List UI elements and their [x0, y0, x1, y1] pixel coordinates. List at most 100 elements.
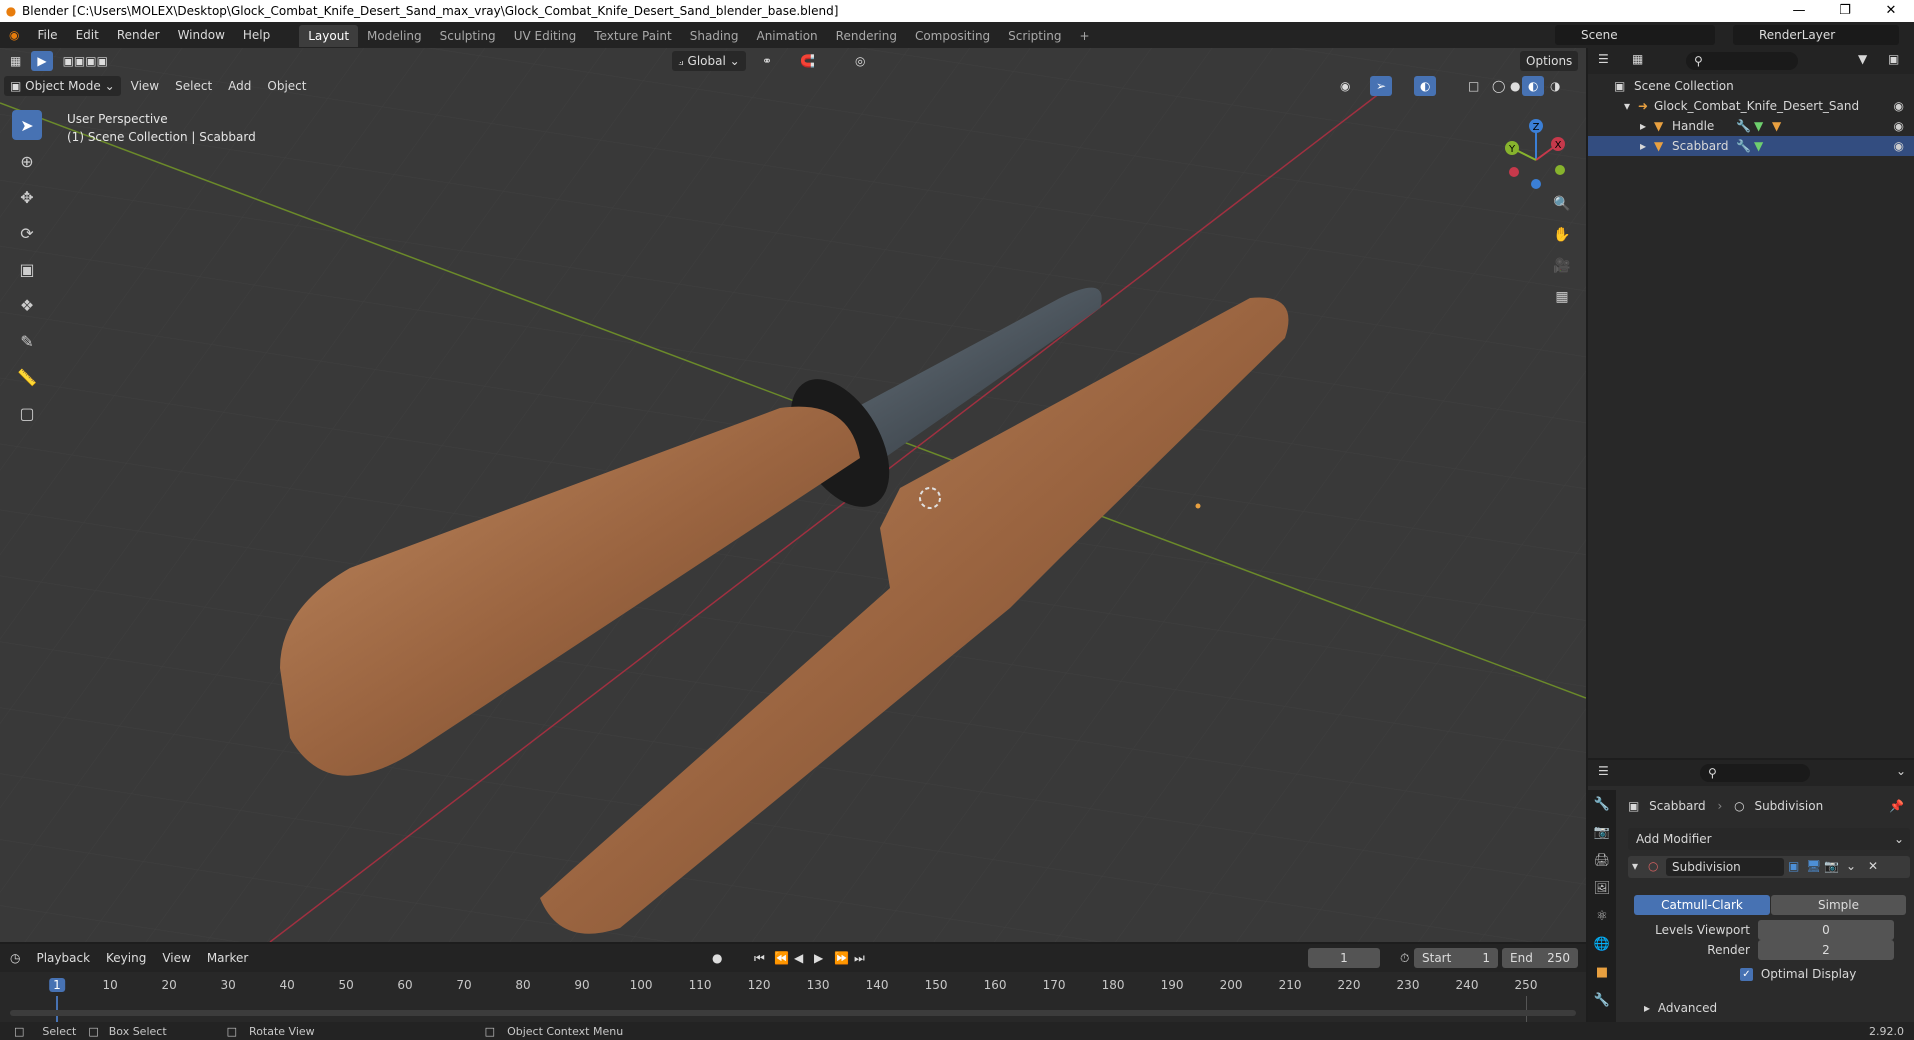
menu-render[interactable]: Render	[108, 22, 169, 48]
tab-rendering[interactable]: Rendering	[827, 25, 906, 47]
catmull-clark-button[interactable]: Catmull-Clark	[1634, 895, 1770, 915]
properties-editor-icon[interactable]: ☰	[1598, 764, 1609, 778]
record-keyframe-icon[interactable]: ●	[706, 948, 728, 968]
add-modifier-dropdown[interactable]: Add Modifier ⌄	[1628, 828, 1910, 850]
gizmo-neg-z[interactable]	[1531, 179, 1541, 189]
scene-selector[interactable]: Scene	[1555, 25, 1715, 45]
camera-view-icon[interactable]: 🎥	[1550, 254, 1574, 278]
gizmo-toggle-icon[interactable]: ➢	[1370, 76, 1393, 96]
rendered-shading-icon[interactable]: ◑	[1544, 76, 1566, 96]
navigation-gizmo[interactable]: Z X Y	[1496, 114, 1576, 204]
timeline-scrollbar[interactable]	[10, 1010, 1576, 1016]
new-collection-icon[interactable]: ▣	[1888, 52, 1899, 66]
menu-edit[interactable]: Edit	[67, 22, 108, 48]
modifier-name-input[interactable]: Subdivision	[1666, 858, 1784, 876]
modifier-menu-icon[interactable]: ⌄	[1846, 859, 1856, 873]
tab-uv-editing[interactable]: UV Editing	[505, 25, 586, 47]
play-reverse-icon[interactable]: ◀	[788, 948, 809, 968]
object-tab-icon[interactable]: ■	[1588, 958, 1616, 986]
tab-animation[interactable]: Animation	[747, 25, 826, 47]
properties-search-input[interactable]: ⚲	[1700, 764, 1810, 782]
blender-menu-icon[interactable]: ◉	[0, 22, 28, 48]
visibility-icon[interactable]: ◉	[1334, 76, 1356, 96]
outliner-row-scabbard[interactable]: ▸ ▼ Scabbard 🔧 ▼ ◉	[1588, 136, 1914, 156]
collapse-arrow-icon[interactable]: ▾	[1632, 859, 1638, 873]
measure-tool-icon[interactable]: 📏	[12, 362, 42, 392]
tab-texture-paint[interactable]: Texture Paint	[585, 25, 680, 47]
options-dropdown[interactable]: Options	[1520, 51, 1579, 71]
remove-modifier-icon[interactable]: ✕	[1868, 859, 1878, 873]
menu-keying[interactable]: Keying	[100, 948, 152, 968]
output-tab-icon[interactable]: 🖨	[1588, 846, 1616, 874]
edit-mode-toggle-icon[interactable]: ▣	[1788, 859, 1799, 873]
minimize-button[interactable]: —	[1776, 0, 1822, 22]
menu-view[interactable]: View	[125, 76, 165, 96]
snap-icon[interactable]: 🧲	[794, 51, 821, 71]
scale-tool-icon[interactable]: ▣	[12, 254, 42, 284]
modifier-wrench-icon[interactable]: 🔧	[1736, 116, 1751, 136]
eye-icon[interactable]: ◉	[1894, 116, 1904, 136]
close-window-button[interactable]: ✕	[1868, 0, 1914, 22]
editor-type-icon[interactable]: ▦	[4, 51, 27, 71]
gizmo-neg-x[interactable]	[1509, 167, 1519, 177]
world-tab-icon[interactable]: 🌐	[1588, 930, 1616, 958]
menu-help[interactable]: Help	[234, 22, 279, 48]
eye-icon[interactable]: ◉	[1894, 96, 1904, 116]
mesh-data-icon[interactable]: ▼	[1754, 136, 1763, 156]
add-cube-tool-icon[interactable]: ▢	[12, 398, 42, 428]
outliner-editor-icon[interactable]: ☰	[1598, 52, 1609, 66]
end-frame-field[interactable]: End 250	[1502, 948, 1578, 968]
pan-hand-icon[interactable]: ✋	[1550, 223, 1574, 247]
proportional-edit-icon[interactable]: ◎	[849, 51, 871, 71]
menu-marker[interactable]: Marker	[201, 948, 254, 968]
advanced-subpanel[interactable]: ▸ Advanced	[1644, 1000, 1717, 1016]
render-tab-icon[interactable]: 📷	[1588, 818, 1616, 846]
vertex-groups-icon[interactable]: ▼	[1772, 116, 1781, 136]
transform-tool-icon[interactable]: ❖	[12, 290, 42, 320]
start-frame-field[interactable]: Start 1	[1414, 948, 1498, 968]
render-levels-input[interactable]: 2	[1758, 940, 1894, 960]
xray-toggle-icon[interactable]: □	[1462, 76, 1485, 96]
modifier-tab-icon[interactable]: 🔧	[1588, 986, 1616, 1014]
outliner-row-handle[interactable]: ▸ ▼ Handle 🔧 ▼ ▼ ◉	[1588, 116, 1914, 136]
chevron-down-icon[interactable]: ⌄	[1896, 764, 1906, 778]
select-mode-icon[interactable]: ▶	[31, 51, 53, 71]
expand-arrow-icon[interactable]: ▸	[1640, 116, 1646, 136]
stopwatch-icon[interactable]: ⏱	[1394, 948, 1415, 968]
select-box-modes-icon[interactable]: ▣▣▣▣	[57, 51, 114, 71]
cursor-tool-icon[interactable]: ⊕	[12, 146, 42, 176]
select-tool-icon[interactable]: ➤	[12, 110, 42, 140]
eye-icon[interactable]: ◉	[1894, 136, 1904, 156]
timeline-ruler[interactable]: 1 10 20 30 40 50 60 70 80 90 100 110 120 130 140 150 160…	[0, 974, 1586, 998]
zoom-icon[interactable]: 🔍	[1550, 192, 1574, 216]
viewport-toggle-icon[interactable]: 🖥	[1806, 859, 1821, 873]
tab-shading[interactable]: Shading	[681, 25, 748, 47]
play-icon[interactable]: ▶	[808, 948, 829, 968]
display-mode-icon[interactable]: ▦	[1632, 52, 1643, 66]
expand-arrow-icon[interactable]: ▾	[1624, 96, 1630, 116]
render-layer-selector[interactable]: RenderLayer	[1733, 25, 1899, 45]
overlay-toggle-icon[interactable]: ◐	[1414, 76, 1437, 96]
ortho-grid-icon[interactable]: ▦	[1550, 285, 1574, 309]
pin-icon[interactable]: 📌	[1889, 796, 1904, 816]
view-layer-tab-icon[interactable]: 🖼	[1588, 874, 1616, 902]
levels-viewport-input[interactable]: 0	[1758, 920, 1894, 940]
scene-tab-icon[interactable]: ⚛	[1588, 902, 1616, 930]
3d-viewport[interactable]: ▦ ▶ ▣▣▣▣ ⟓ Global ⌄ ⚭ 🧲 ◎ Options ▣ Obje…	[0, 48, 1586, 942]
gizmo-neg-y[interactable]	[1555, 165, 1565, 175]
menu-file[interactable]: File	[28, 22, 66, 48]
tab-scripting[interactable]: Scripting	[999, 25, 1070, 47]
outliner-row-collection[interactable]: ▾ ➜ Glock_Combat_Knife_Desert_Sand ◉	[1588, 96, 1914, 116]
render-toggle-icon[interactable]: 📷	[1824, 859, 1839, 873]
menu-object[interactable]: Object	[261, 76, 312, 96]
tab-compositing[interactable]: Compositing	[906, 25, 999, 47]
object-mode-dropdown[interactable]: ▣ Object Mode ⌄	[4, 76, 121, 96]
move-tool-icon[interactable]: ✥	[12, 182, 42, 212]
menu-playback[interactable]: Playback	[30, 948, 96, 968]
outliner-scene-collection[interactable]: ▣ Scene Collection	[1588, 76, 1914, 96]
menu-add[interactable]: Add	[222, 76, 257, 96]
optimal-display-checkbox[interactable]: ✓	[1740, 968, 1753, 981]
current-frame-input[interactable]: 1	[1308, 948, 1380, 968]
tab-sculpting[interactable]: Sculpting	[431, 25, 505, 47]
simple-button[interactable]: Simple	[1771, 895, 1906, 915]
